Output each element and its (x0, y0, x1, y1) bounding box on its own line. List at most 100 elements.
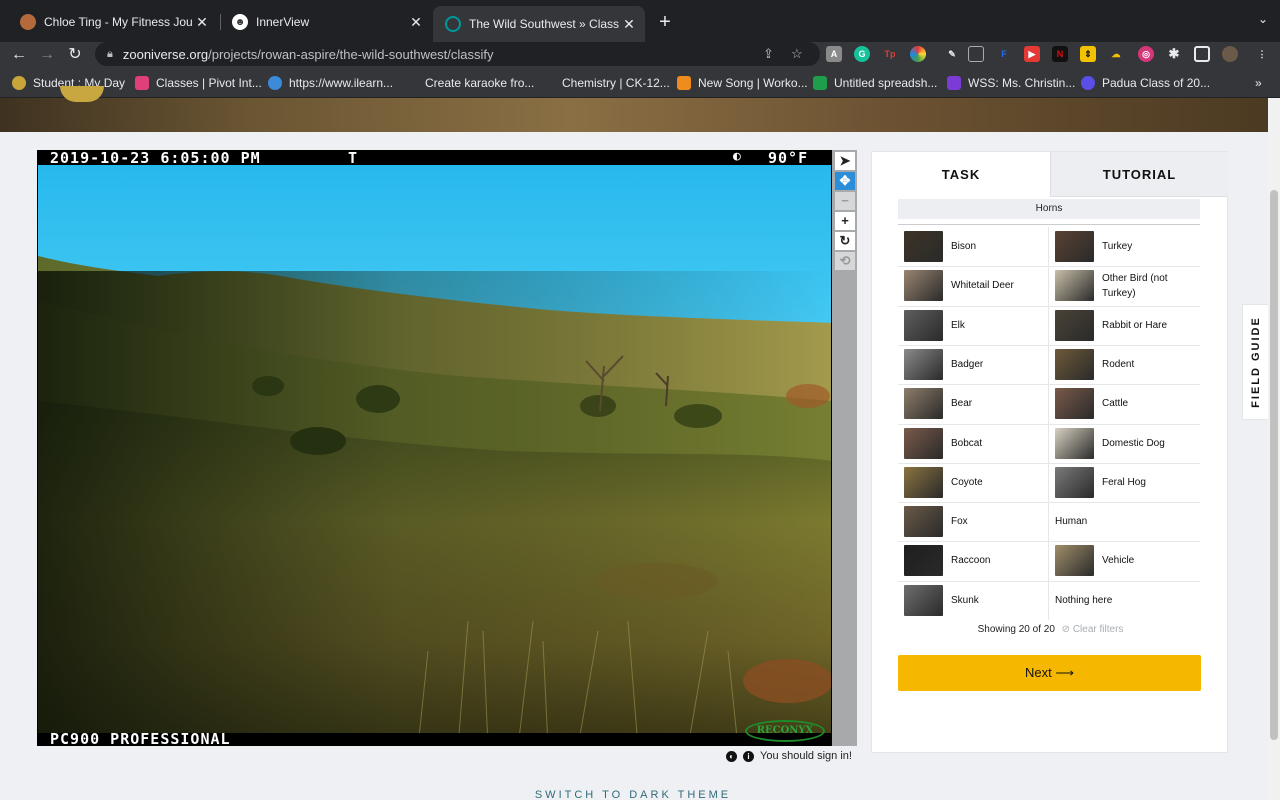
tab-wild-southwest[interactable]: The Wild Southwest » Classify ✕ (433, 6, 645, 42)
choice-rodent[interactable]: Rodent (1049, 345, 1199, 384)
project-logo[interactable] (60, 86, 104, 102)
lock-icon: 🔒︎ (107, 47, 113, 60)
tab-title: The Wild Southwest » Classify (469, 17, 619, 31)
choice-feral-hog[interactable]: Feral Hog (1049, 463, 1199, 502)
bookmark-item[interactable]: WSS: Ms. Christin... (947, 75, 1075, 91)
choice-vehicle[interactable]: Vehicle (1049, 541, 1199, 580)
forward-arrow-icon[interactable]: → (36, 44, 58, 66)
bookmark-item[interactable]: Untitled spreadsh... (813, 75, 937, 91)
choice-bear[interactable]: Bear (898, 384, 1048, 423)
project-header-banner (0, 86, 1268, 132)
choice-whitetail-deer[interactable]: Whitetail Deer (898, 266, 1048, 305)
showing-count: Showing 20 of 20 ⊘ Clear filters (872, 624, 1229, 635)
choice-turkey[interactable]: Turkey (1049, 227, 1199, 266)
zooniverse-favicon (445, 16, 461, 32)
choice-bison[interactable]: Bison (898, 227, 1048, 266)
zoom-in-icon[interactable]: + (835, 212, 855, 230)
next-button[interactable]: Next ⟶ (898, 655, 1201, 691)
close-tab-icon[interactable]: ✕ (192, 14, 212, 31)
choice-label: Bison (951, 241, 977, 252)
menu-kebab-icon[interactable]: ⋮ (1254, 46, 1270, 62)
choice-label: Bear (951, 398, 973, 410)
field-guide-tab[interactable]: FIELD GUIDE (1242, 304, 1268, 420)
bookmark-favicon (677, 76, 691, 90)
pointer-tool-icon[interactable]: ➤ (835, 152, 855, 170)
clear-filters-link[interactable]: ⊘ Clear filters (1062, 624, 1124, 635)
choice-label: Human (1055, 516, 1088, 528)
extension-icon[interactable] (968, 46, 984, 62)
extension-icon[interactable]: ✎ (944, 46, 960, 62)
grid-row-divider (898, 580, 1200, 582)
subject-image-viewer[interactable]: 2019-10-23 6:05:00 PM T ◐ 90°F PC900 PRO… (37, 150, 832, 746)
share-icon[interactable]: ⇪ (763, 46, 774, 62)
choice-badger[interactable]: Badger (898, 345, 1048, 384)
invert-colors-icon[interactable]: ◐ (726, 750, 737, 762)
choice-label: Feral Hog (1102, 476, 1146, 488)
bookmark-item[interactable]: https://www.ilearn... (268, 75, 393, 91)
bookmark-item[interactable]: Classes | Pivot Int... (135, 75, 262, 91)
new-tab-button[interactable]: + (655, 11, 675, 34)
more-bookmarks-chevron[interactable]: » (1255, 75, 1262, 91)
choice-label: Skunk (951, 594, 979, 606)
reload-icon[interactable]: ↻ (64, 44, 86, 66)
tab-chloe-ting[interactable]: Chloe Ting - My Fitness Journe ✕ (8, 8, 218, 36)
choice-thumbnail (1055, 545, 1094, 577)
grid-row-divider (898, 266, 1200, 268)
choice-cattle[interactable]: Cattle (1049, 384, 1199, 423)
choice-nothing-here[interactable]: Nothing here (1049, 581, 1199, 620)
tab-innerview[interactable]: ☻ InnerView ✕ (220, 8, 432, 36)
tab-search-chevron-icon[interactable]: ⌄ (1258, 12, 1268, 26)
extension-icon[interactable]: A (826, 46, 842, 62)
choice-coyote[interactable]: Coyote (898, 463, 1048, 502)
tab-tutorial[interactable]: TUTORIAL (1050, 152, 1228, 197)
grammarly-icon[interactable]: G (854, 46, 870, 62)
extension-icon[interactable]: ☁ (1108, 46, 1124, 62)
extension-icon[interactable]: F (996, 46, 1012, 62)
tab-task[interactable]: TASK (872, 152, 1050, 197)
choice-thumbnail (904, 466, 943, 498)
zoom-out-icon[interactable]: − (835, 192, 855, 210)
choice-other-bird-not-turkey[interactable]: Other Bird (not Turkey) (1049, 266, 1199, 305)
task-panel: TASK TUTORIAL Horns Bison Turkey Whitetail… (871, 151, 1228, 753)
rotate-icon[interactable]: ↻ (835, 232, 855, 250)
choice-human[interactable]: Human (1049, 502, 1199, 541)
back-arrow-icon[interactable]: ← (8, 44, 30, 66)
choice-rabbit-or-hare[interactable]: Rabbit or Hare (1049, 306, 1199, 345)
choice-bobcat[interactable]: Bobcat (898, 424, 1048, 463)
bookmark-label: https://www.ilearn... (289, 76, 394, 90)
chloe-ting-favicon (20, 14, 36, 30)
bookmark-item[interactable]: Create karaoke fro... (425, 75, 534, 91)
address-bar[interactable]: 🔒︎ zooniverse.org /projects/rowan-aspire… (95, 42, 820, 66)
pan-tool-icon[interactable]: ✥ (835, 172, 855, 190)
bookmark-item[interactable]: Chemistry | CK-12... (541, 75, 670, 91)
scrollbar-thumb[interactable] (1270, 190, 1278, 740)
netflix-icon[interactable]: N (1052, 46, 1068, 62)
close-tab-icon[interactable]: ✕ (406, 14, 426, 31)
switch-theme-link[interactable]: SWITCH TO DARK THEME (0, 789, 1266, 800)
puzzle-extensions-icon[interactable]: ✱ (1166, 46, 1182, 62)
extension-icon[interactable]: ▶ (1024, 46, 1040, 62)
extension-icon[interactable]: ◎ (1138, 46, 1154, 62)
extension-icon[interactable]: Tp (882, 46, 898, 62)
choice-domestic-dog[interactable]: Domestic Dog (1049, 424, 1199, 463)
bookmark-star-icon[interactable]: ☆ (791, 46, 803, 62)
choice-fox[interactable]: Fox (898, 502, 1048, 541)
page-scrollbar[interactable] (1268, 98, 1280, 800)
reset-icon[interactable]: ⟲ (835, 252, 855, 270)
side-panel-icon[interactable] (1194, 46, 1210, 62)
choice-label: Whitetail Deer (951, 280, 1014, 292)
choice-label: Other Bird (not Turkey) (1102, 272, 1168, 299)
extension-icon[interactable]: ⇕ (1080, 46, 1096, 62)
profile-avatar[interactable] (1222, 46, 1238, 62)
sign-in-text[interactable]: You should sign in! (760, 750, 852, 762)
choice-raccoon[interactable]: Raccoon (898, 541, 1048, 580)
choice-label: Bobcat (951, 437, 983, 449)
info-icon[interactable]: i (743, 750, 754, 762)
bookmark-item[interactable]: Padua Class of 20... (1081, 75, 1210, 91)
color-extension-icon[interactable] (910, 46, 926, 62)
choice-skunk[interactable]: Skunk (898, 581, 1048, 620)
horns-filter[interactable]: Horns (898, 199, 1200, 219)
choice-elk[interactable]: Elk (898, 306, 1048, 345)
bookmark-item[interactable]: New Song | Worko... (677, 75, 808, 91)
close-tab-icon[interactable]: ✕ (619, 16, 639, 33)
